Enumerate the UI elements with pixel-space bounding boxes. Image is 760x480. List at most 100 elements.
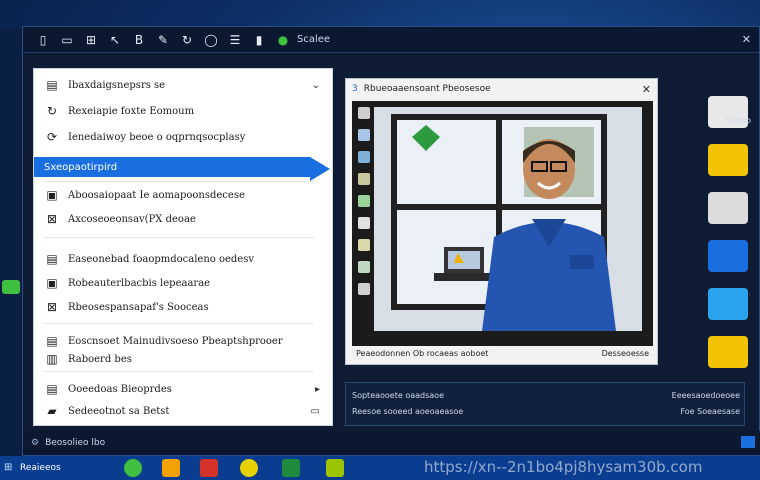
store-icon[interactable] xyxy=(708,288,748,320)
menu-item[interactable]: ⊠ Rbeosespansapaf's Sooceas xyxy=(34,297,330,317)
menu-item[interactable]: ▤ Easeonebad foaopmdocaleno oedesv xyxy=(34,249,330,269)
thumbnail[interactable] xyxy=(358,173,370,185)
info-row1-right: Eeeesaoedoeoee xyxy=(671,391,740,400)
blue-square-icon[interactable] xyxy=(741,436,755,448)
menu-item-label: Rbeosespansapaf's Sooceas xyxy=(68,301,209,313)
minus-icon[interactable]: ▭ xyxy=(311,406,320,417)
menu-item-label: Robeauterlbacbis lepeaarae xyxy=(68,277,211,289)
thumbnail[interactable] xyxy=(358,239,370,251)
preview-title: Rbueoaaensoant Pbeosesoe xyxy=(363,84,491,94)
taskbar-app-icon[interactable] xyxy=(162,459,180,477)
start-label: Reaieeos xyxy=(20,463,61,473)
circle-icon[interactable]: ◯ xyxy=(199,29,223,51)
taskbar-app-icon[interactable] xyxy=(240,459,258,477)
refresh-icon[interactable]: ↻ xyxy=(175,29,199,51)
close-icon: ⊠ xyxy=(46,212,58,226)
image-icon: ▣ xyxy=(46,188,58,202)
menu-item[interactable]: ↻ Rexeiapie foxte Eomoum xyxy=(34,101,330,121)
window-status-bar: ⚙ Beosolieo lbo xyxy=(23,431,760,455)
notes-icon[interactable] xyxy=(708,336,748,368)
info-row1-left: Sopteaooete oaadsaoe xyxy=(352,391,444,400)
menu-item[interactable]: ⟳ Ienedaiwoy beoe o oqprnqsocplasy xyxy=(34,127,330,147)
refresh-icon: ↻ xyxy=(46,104,58,118)
toolbar-label: Scalee xyxy=(297,34,331,45)
thumbnail[interactable] xyxy=(358,195,370,207)
info-row2-right: Foe Soeaesase xyxy=(680,407,740,416)
selection-arrow xyxy=(310,157,330,181)
menu-item[interactable]: ⊠ Axcoseoeonsav(PX deoae xyxy=(34,209,330,229)
menu-item-selected[interactable]: Sxeopaotirpird xyxy=(34,157,330,181)
menu-item[interactable]: ▥ Raboerd bes xyxy=(34,349,330,369)
thumbnail[interactable] xyxy=(358,283,370,295)
preview-body xyxy=(352,101,653,346)
bold-icon[interactable]: B xyxy=(127,29,151,51)
taskbar-app-icon[interactable] xyxy=(326,459,344,477)
chevron-right-icon[interactable]: ▸ xyxy=(315,384,320,395)
windows-icon: ⊞ xyxy=(4,462,13,473)
divider xyxy=(44,181,314,182)
arrow-icon[interactable]: ↖ xyxy=(103,29,127,51)
desktop-app-icon[interactable] xyxy=(2,280,20,294)
close-icon[interactable]: ✕ xyxy=(642,83,651,96)
document-icon: ▤ xyxy=(46,252,58,266)
menu-panel: ▤ Ibaxdaigsnepsrs se ⌄ ↻ Rexeiapie foxte… xyxy=(33,68,333,426)
info-panel: Sopteaooete oaadsaoe Eeeesaoedoeoee Rees… xyxy=(345,382,745,426)
divider xyxy=(44,323,314,324)
chat-icon[interactable] xyxy=(708,240,748,272)
layers-icon[interactable]: ☰ xyxy=(223,29,247,51)
taskbar-app-icon[interactable] xyxy=(282,459,300,477)
right-rail: Sogoo xyxy=(699,68,757,388)
start-button[interactable]: ⊞ Reaieeos xyxy=(0,462,61,474)
preview-window: 3 Rbueoaaensoant Pbeosesoe ✕ Peaeodonnen… xyxy=(345,78,658,365)
info-row: Sopteaooete oaadsaoe Eeeesaoedoeoee xyxy=(352,391,740,400)
settings-icon[interactable]: ⚙ xyxy=(31,438,39,448)
preview-title-bar: 3 Rbueoaaensoant Pbeosesoe ✕ xyxy=(346,79,657,99)
menu-item[interactable]: ▤ Ibaxdaigsnepsrs se ⌄ xyxy=(34,75,330,95)
tag-icon[interactable]: ▮ xyxy=(247,29,271,51)
divider xyxy=(44,371,314,372)
green-dot-icon[interactable]: ● xyxy=(271,29,295,51)
menu-item-label: Ibaxdaigsnepsrs se xyxy=(68,79,166,91)
window-icon[interactable]: ▭ xyxy=(55,29,79,51)
menu-item[interactable]: ▤ Ooeedoas Bieoprdes ▸ xyxy=(34,379,330,399)
taskbar-app-icon[interactable] xyxy=(124,459,142,477)
chevron-down-icon[interactable]: ⌄ xyxy=(312,80,320,91)
drive-icon[interactable] xyxy=(708,192,748,224)
menu-item-label: Eoscnsoet Mainudivsoeso Pbeaptshprooer xyxy=(68,335,283,347)
menu-item[interactable]: ▣ Aboosaiopaat Ie aomapoonsdecese xyxy=(34,185,330,205)
square-icon[interactable]: ▯ xyxy=(31,29,55,51)
preview-photo xyxy=(374,107,642,331)
right-rail-label: Sogoo xyxy=(726,116,751,125)
preview-status-left: Peaeodonnen Ob rocaeas aoboet xyxy=(356,348,489,358)
preview-status-right: Desseoesse xyxy=(601,348,649,358)
image-icon: ▣ xyxy=(46,276,58,290)
desktop-left-edge xyxy=(0,28,22,456)
taskbar-app-icon[interactable] xyxy=(200,459,218,477)
menu-item-label: Rexeiapie foxte Eomoum xyxy=(68,105,195,117)
pen-icon[interactable]: ✎ xyxy=(151,29,175,51)
close-icon: ⊠ xyxy=(46,300,58,314)
info-row: Reesoe sooeed aoeoaeasoe Foe Soeaesase xyxy=(352,407,740,416)
document-icon: ▤ xyxy=(46,78,58,92)
thumbnail[interactable] xyxy=(358,261,370,273)
document-icon: ▤ xyxy=(46,382,58,396)
card-icon: ▰ xyxy=(47,404,57,418)
divider xyxy=(44,237,314,238)
thumbnail[interactable] xyxy=(358,151,370,163)
thumbnail[interactable] xyxy=(358,107,370,119)
thumbnail-rail xyxy=(356,107,372,327)
tablet-icon: ▥ xyxy=(46,352,58,366)
thumbnail[interactable] xyxy=(358,129,370,141)
watermark-url: https://xn--2n1bo4pj8hysam30b.com xyxy=(424,458,703,476)
folder-icon[interactable] xyxy=(708,144,748,176)
menu-item-label: Ienedaiwoy beoe o oqprnqsocplasy xyxy=(68,131,246,143)
thumbnail[interactable] xyxy=(358,217,370,229)
menu-item[interactable]: ▤ Eoscnsoet Mainudivsoeso Pbeaptshprooer xyxy=(34,331,330,351)
grid-icon[interactable]: ⊞ xyxy=(79,29,103,51)
app-window: ▯ ▭ ⊞ ↖ B ✎ ↻ ◯ ☰ ▮ ● Scalee ✕ ▤ Ibaxdai… xyxy=(22,26,760,456)
close-icon[interactable]: ✕ xyxy=(742,33,751,46)
menu-item-label: Raboerd bes xyxy=(68,353,132,365)
menu-item[interactable]: ▣ Robeauterlbacbis lepeaarae xyxy=(34,273,330,293)
menu-item[interactable]: ▰ Sedeeotnot sa Betst ▭ xyxy=(34,401,330,421)
menu-item-label: Easeonebad foaopmdocaleno oedesv xyxy=(68,253,255,265)
